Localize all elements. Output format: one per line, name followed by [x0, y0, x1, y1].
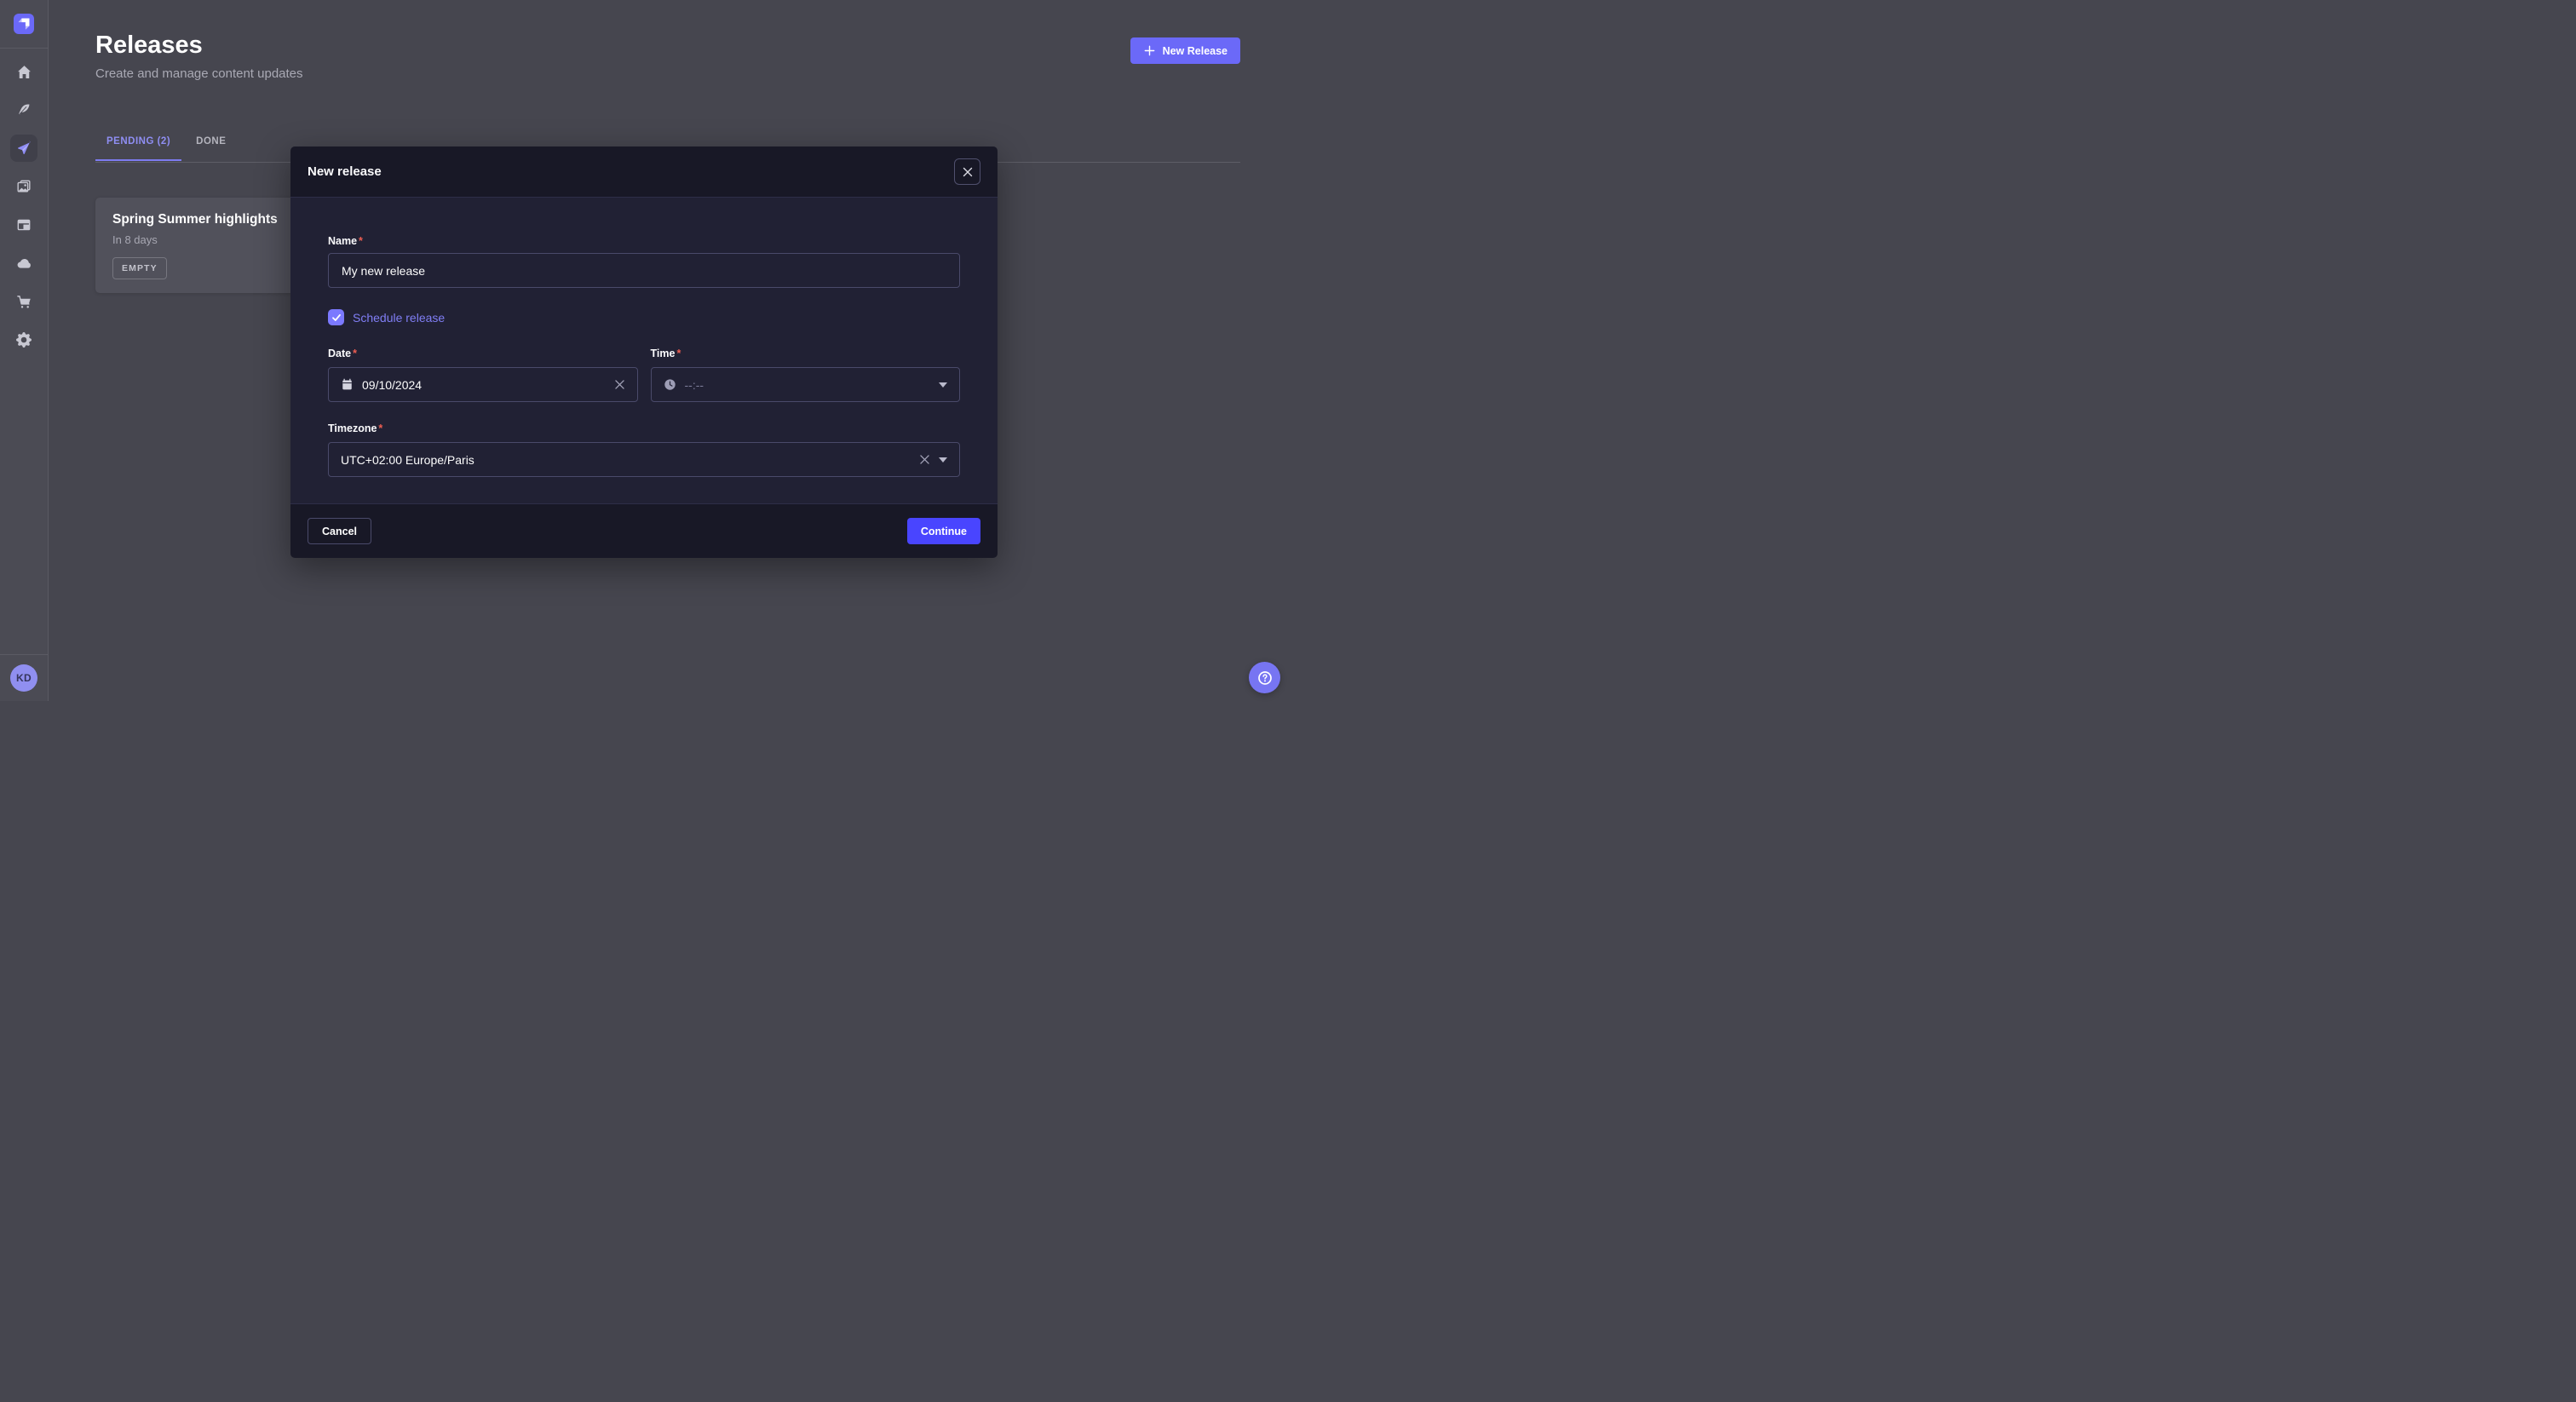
required-marker: * [359, 235, 363, 247]
date-field-label: Date* [328, 348, 357, 359]
new-release-modal: New release Name* Schedule release [290, 147, 998, 558]
timezone-select-input[interactable]: UTC+02:00 Europe/Paris [328, 442, 960, 477]
modal-close-button[interactable] [954, 158, 980, 185]
schedule-release-option[interactable]: Schedule release [328, 309, 960, 325]
release-status-badge: EMPTY [112, 257, 167, 279]
continue-button[interactable]: Continue [907, 518, 980, 544]
timezone-field: Timezone* UTC+02:00 Europe/Paris [328, 421, 960, 477]
images-icon [16, 179, 32, 194]
send-icon [16, 141, 32, 157]
date-time-row: Date* 09/10/2024 [328, 346, 960, 402]
time-picker-input[interactable]: --:-- [651, 367, 961, 402]
sidebar-item-home[interactable] [10, 58, 37, 85]
clear-x-icon [919, 454, 930, 465]
time-label-text: Time [651, 348, 676, 359]
close-icon [963, 167, 973, 177]
strapi-logo-icon [14, 14, 34, 34]
plus-icon [1143, 44, 1156, 57]
timezone-value: UTC+02:00 Europe/Paris [341, 453, 474, 467]
modal-footer: Cancel Continue [290, 503, 998, 558]
timezone-label-text: Timezone [328, 422, 377, 434]
cloud-icon [16, 256, 32, 272]
sidebar-item-marketplace[interactable] [10, 288, 37, 315]
timezone-clear-button[interactable] [919, 454, 930, 465]
tabs: PENDING (2) DONE [95, 136, 237, 161]
name-input[interactable] [328, 253, 960, 288]
sidebar-nav [10, 58, 37, 353]
page-header: Releases Create and manage content updat… [95, 31, 303, 81]
layout-icon [16, 217, 32, 233]
sidebar-item-content-manager[interactable] [10, 211, 37, 238]
sidebar-item-media-library[interactable] [10, 173, 37, 200]
date-picker-input[interactable]: 09/10/2024 [328, 367, 638, 402]
name-label-text: Name [328, 235, 357, 247]
date-field: Date* 09/10/2024 [328, 346, 638, 402]
modal-header: New release [290, 147, 998, 198]
releases-page: KD Releases Create and manage content up… [0, 0, 1288, 701]
name-field-label: Name* [328, 198, 960, 247]
page-title: Releases [95, 31, 303, 60]
new-release-button[interactable]: New Release [1130, 37, 1240, 64]
time-field-label: Time* [651, 348, 681, 359]
time-placeholder: --:-- [685, 378, 704, 392]
new-release-button-label: New Release [1163, 45, 1228, 57]
feather-icon [16, 102, 32, 118]
schedule-release-checkbox[interactable] [328, 309, 344, 325]
modal-title: New release [308, 164, 382, 179]
gear-icon [16, 332, 32, 348]
cart-icon [16, 294, 32, 310]
clear-x-icon [614, 379, 625, 390]
required-marker: * [378, 422, 382, 434]
sidebar-item-releases[interactable] [10, 135, 37, 162]
required-marker: * [353, 348, 357, 359]
clock-icon [664, 378, 676, 391]
modal-body: Name* Schedule release Date* [290, 198, 998, 503]
sidebar-item-deploy[interactable] [10, 250, 37, 277]
user-avatar[interactable]: KD [10, 664, 37, 692]
calendar-icon [341, 378, 354, 391]
sidebar-item-content[interactable] [10, 96, 37, 124]
workspace-logo-button[interactable] [14, 14, 34, 34]
home-icon [17, 65, 32, 79]
time-field: Time* --:-- [651, 346, 961, 402]
check-icon [331, 313, 342, 323]
page-subtitle: Create and manage content updates [95, 66, 303, 81]
sidebar-item-settings[interactable] [10, 326, 37, 353]
sidebar-divider [0, 654, 48, 655]
tab-done[interactable]: DONE [185, 136, 237, 161]
required-marker: * [676, 348, 681, 359]
date-value: 09/10/2024 [362, 378, 422, 392]
chevron-down-icon[interactable] [939, 382, 947, 388]
cancel-button[interactable]: Cancel [308, 518, 371, 544]
chevron-down-icon[interactable] [939, 457, 947, 463]
date-clear-button[interactable] [614, 379, 625, 390]
sidebar-divider [0, 48, 48, 49]
timezone-field-label: Timezone* [328, 422, 382, 434]
tab-pending[interactable]: PENDING (2) [95, 136, 181, 161]
question-mark-circle-icon [1256, 669, 1274, 687]
sidebar: KD [0, 0, 49, 701]
help-button[interactable] [1249, 662, 1280, 693]
date-label-text: Date [328, 348, 351, 359]
schedule-release-label: Schedule release [353, 311, 445, 325]
